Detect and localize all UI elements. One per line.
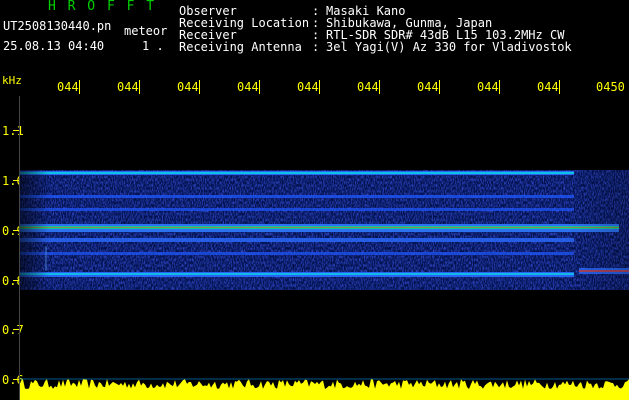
amplitude-strip bbox=[19, 379, 629, 400]
amplitude-strip-fill bbox=[19, 379, 629, 400]
meteor-label: meteor bbox=[124, 24, 168, 38]
time-tick bbox=[259, 80, 260, 94]
time-tick bbox=[379, 80, 380, 94]
spectrogram bbox=[19, 170, 629, 400]
time-label: 044 bbox=[237, 80, 259, 94]
app-title: H R O F F T bbox=[48, 0, 157, 14]
time-tick bbox=[559, 80, 560, 94]
info-separator: : bbox=[312, 40, 320, 54]
time-label: 044 bbox=[57, 80, 79, 94]
time-tick bbox=[319, 80, 320, 94]
time-label: 044 bbox=[537, 80, 559, 94]
time-label: 044 bbox=[477, 80, 499, 94]
time-tick bbox=[139, 80, 140, 94]
time-tick bbox=[499, 80, 500, 94]
frequency-axis-line bbox=[19, 96, 20, 400]
time-label: 0450 bbox=[596, 80, 625, 94]
meteor-count: 1 . bbox=[142, 39, 164, 53]
time-label: 044 bbox=[417, 80, 439, 94]
time-label: 044 bbox=[177, 80, 199, 94]
time-label: 044 bbox=[117, 80, 139, 94]
time-tick bbox=[79, 80, 80, 94]
time-tick bbox=[199, 80, 200, 94]
time-label: 044 bbox=[357, 80, 379, 94]
file-name: UT2508130440.pn bbox=[3, 19, 112, 33]
info-label-antenna: Receiving Antenna bbox=[179, 40, 302, 54]
signal-region-fade bbox=[19, 170, 629, 290]
time-tick bbox=[439, 80, 440, 94]
info-value-antenna: 3el Yagi(V) Az 330 for Vladivostok bbox=[326, 40, 572, 54]
datetime: 25.08.13 04:40 bbox=[3, 39, 105, 53]
frequency-unit-label: kHz bbox=[2, 74, 22, 87]
time-label: 044 bbox=[297, 80, 319, 94]
